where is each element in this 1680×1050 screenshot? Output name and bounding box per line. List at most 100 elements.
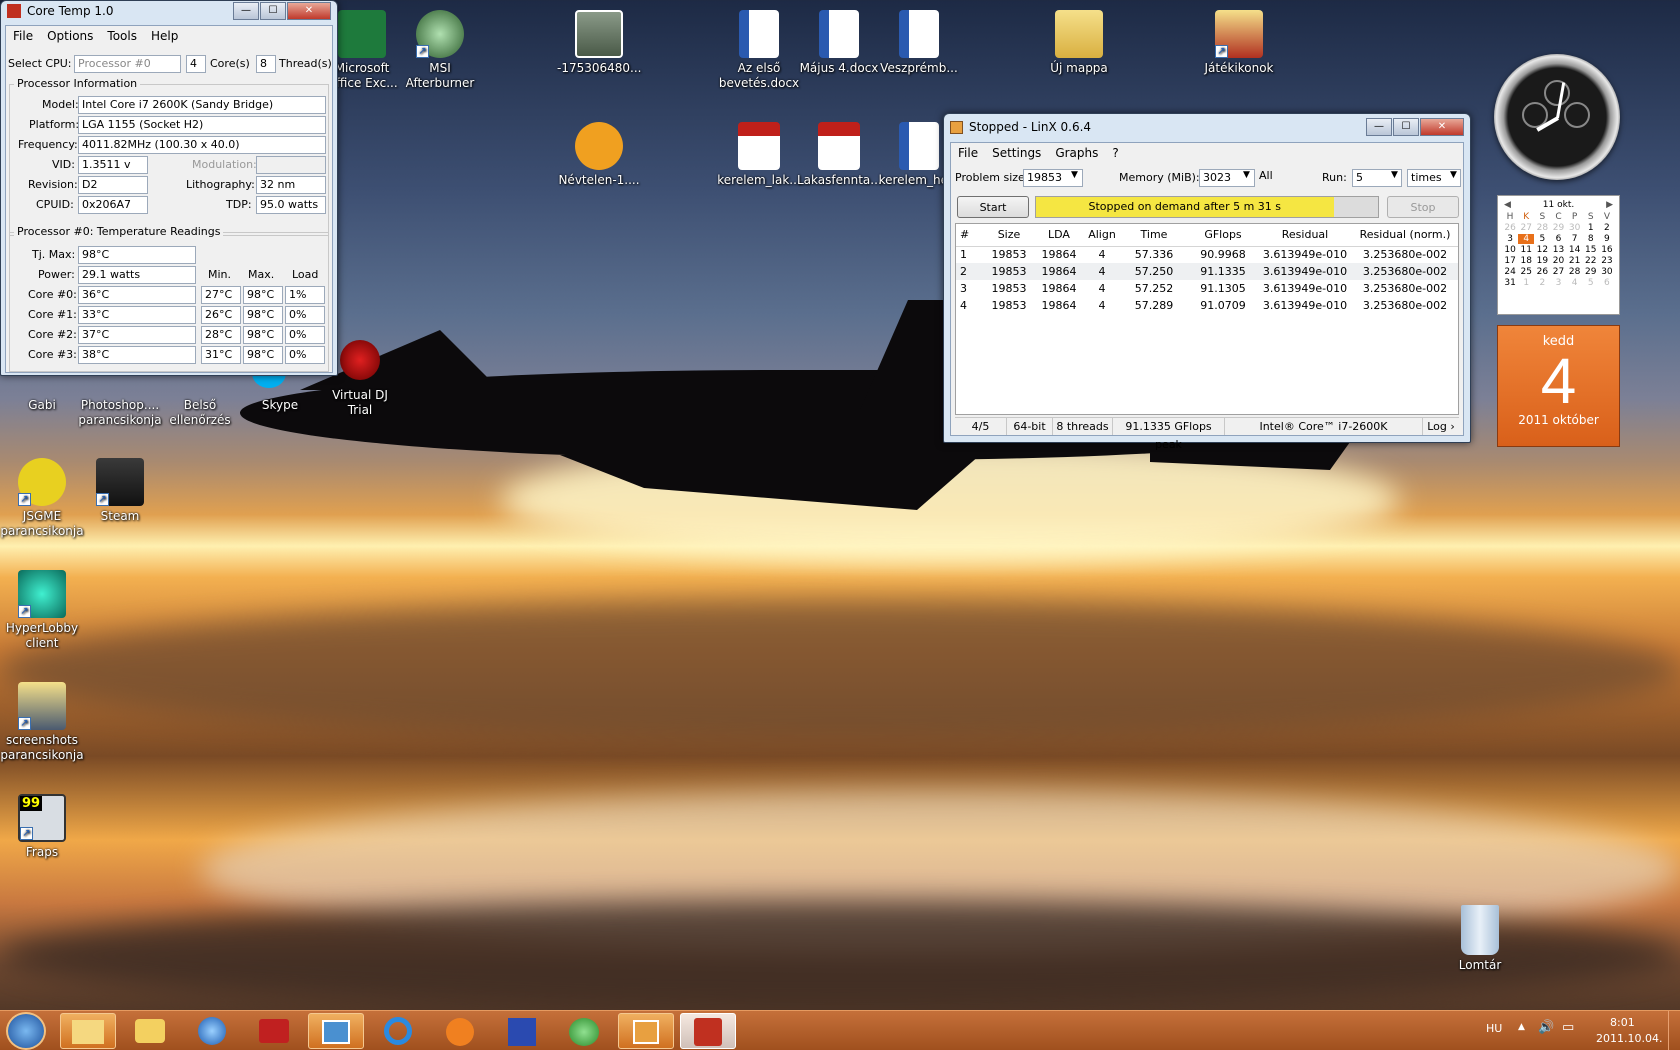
stop-button[interactable]: Stop	[1387, 196, 1459, 218]
taskbar-outlook[interactable]	[122, 1013, 178, 1049]
calendar-day[interactable]: 3	[1550, 278, 1566, 288]
column-header[interactable]: Size	[984, 224, 1034, 246]
calendar-day[interactable]: 22	[1583, 256, 1599, 266]
calendar-day-today[interactable]: 4	[1518, 234, 1535, 244]
column-header[interactable]: #	[956, 224, 984, 246]
log-button[interactable]: Log ›	[1423, 418, 1459, 435]
desktop-icon-folder[interactable]: ↗ Játékikonok	[1197, 10, 1281, 76]
calendar-day[interactable]: 26	[1502, 223, 1518, 233]
show-desktop-button[interactable]	[1668, 1011, 1680, 1050]
calendar-day[interactable]: 25	[1518, 267, 1534, 277]
calendar-gadget[interactable]: ◀ 11 okt. ▶ HKSCPSV 26 27 28 29 30 1 2 3456789…	[1497, 195, 1620, 452]
close-button[interactable]: ✕	[1420, 118, 1464, 136]
column-header[interactable]: GFlops	[1188, 224, 1258, 246]
column-header[interactable]: Time	[1120, 224, 1188, 246]
calendar-day[interactable]: 24	[1502, 267, 1518, 277]
desktop-icon-word-doc[interactable]: Veszprémb...	[877, 10, 961, 76]
calendar-day[interactable]: 6	[1550, 234, 1566, 244]
menu-tools[interactable]: Tools	[100, 29, 144, 43]
calendar-day[interactable]: 15	[1583, 245, 1599, 255]
menu-file[interactable]: File	[951, 146, 985, 160]
taskbar-linx[interactable]	[618, 1013, 674, 1049]
calendar-day[interactable]: 1	[1583, 223, 1599, 233]
next-month-icon[interactable]: ▶	[1606, 200, 1613, 210]
calendar-day[interactable]: 28	[1534, 223, 1550, 233]
taskbar-coretemp[interactable]	[680, 1013, 736, 1049]
volume-icon[interactable]: 🔊	[1538, 1020, 1554, 1035]
calendar-day[interactable]: 5	[1583, 278, 1599, 288]
clock-date[interactable]: 2011.10.04.	[1596, 1032, 1662, 1045]
language-indicator[interactable]: HU	[1486, 1022, 1502, 1035]
taskbar-messenger[interactable]	[556, 1013, 612, 1049]
menu-file[interactable]: File	[6, 29, 40, 43]
previous-month-icon[interactable]: ◀	[1504, 200, 1511, 210]
calendar-day[interactable]: 10	[1502, 245, 1518, 255]
menu-help[interactable]: ?	[1105, 146, 1125, 160]
table-row[interactable]: 3 19853 19864 4 57.252 91.1305 3.613949e-010 3.…	[956, 280, 1458, 297]
calendar-day[interactable]: 28	[1567, 267, 1583, 277]
desktop-icon-fraps[interactable]: 99 ↗ Fraps	[0, 794, 84, 860]
calendar-day[interactable]: 9	[1599, 234, 1615, 244]
network-icon[interactable]: ▭	[1562, 1020, 1574, 1035]
calendar-day[interactable]: 11	[1518, 245, 1534, 255]
calendar-day[interactable]: 30	[1599, 267, 1615, 277]
desktop-icon-pdf[interactable]: kerelem_lak...	[717, 122, 801, 188]
desktop-icon-jsgme[interactable]: ↗ JSGME parancsikonja	[0, 458, 84, 539]
minimize-button[interactable]: —	[233, 2, 259, 20]
close-button[interactable]: ✕	[287, 2, 331, 20]
clock-time[interactable]: 8:01	[1610, 1016, 1635, 1029]
calendar-day[interactable]: 29	[1583, 267, 1599, 277]
calendar-day[interactable]: 30	[1567, 223, 1583, 233]
calendar-day[interactable]: 26	[1534, 267, 1550, 277]
core-temp-titlebar[interactable]: Core Temp 1.0 — ☐ ✕	[1, 1, 337, 21]
desktop-icon-hyperlobby[interactable]: ↗ HyperLobby client	[0, 570, 84, 651]
calendar-day[interactable]: 31	[1502, 278, 1518, 288]
linx-window[interactable]: Stopped - LinX 0.6.4 — ☐ ✕ File Settings…	[943, 113, 1471, 451]
calendar-day[interactable]: 5	[1534, 234, 1550, 244]
calendar-day[interactable]: 8	[1583, 234, 1599, 244]
calendar-day[interactable]: 4	[1567, 278, 1583, 288]
calendar-day[interactable]: 3	[1502, 234, 1518, 244]
desktop-icon-recycle-bin[interactable]: Lomtár	[1438, 905, 1522, 973]
calendar-day[interactable]: 14	[1567, 245, 1583, 255]
taskbar-media-player[interactable]	[432, 1013, 488, 1049]
calendar-day[interactable]: 6	[1599, 278, 1615, 288]
maximize-button[interactable]: ☐	[1393, 118, 1419, 136]
show-hidden-icons[interactable]: ▲	[1518, 1022, 1525, 1032]
menu-settings[interactable]: Settings	[985, 146, 1048, 160]
menu-help[interactable]: Help	[144, 29, 185, 43]
desktop-icon-folder[interactable]: Új mappa	[1037, 10, 1121, 76]
taskbar-a120x[interactable]	[246, 1013, 302, 1049]
desktop-icon-steam[interactable]: ↗ Steam	[78, 458, 162, 524]
menu-options[interactable]: Options	[40, 29, 100, 43]
minimize-button[interactable]: —	[1366, 118, 1392, 136]
table-row[interactable]: 1 19853 19864 4 57.336 90.9968 3.613949e-010 3.…	[956, 246, 1458, 263]
clock-gadget[interactable]	[1494, 54, 1620, 180]
cpu-select[interactable]: Processor #0	[74, 55, 181, 73]
calendar-day[interactable]: 13	[1550, 245, 1566, 255]
calendar-day[interactable]: 21	[1567, 256, 1583, 266]
table-row[interactable]: 4 19853 19864 4 57.289 91.0709 3.613949e-010 3.…	[956, 297, 1458, 314]
calendar-day[interactable]: 17	[1502, 256, 1518, 266]
column-header[interactable]: Residual (norm.)	[1352, 224, 1458, 246]
calendar-day[interactable]: 20	[1550, 256, 1566, 266]
calendar-day[interactable]: 29	[1550, 223, 1566, 233]
calendar-day[interactable]: 19	[1534, 256, 1550, 266]
column-header[interactable]: Align	[1084, 224, 1120, 246]
column-header[interactable]: Residual	[1258, 224, 1352, 246]
calendar-day[interactable]: 23	[1599, 256, 1615, 266]
calendar-day[interactable]: 16	[1599, 245, 1615, 255]
taskbar-flightsim[interactable]	[184, 1013, 240, 1049]
taskbar-photos[interactable]	[308, 1013, 364, 1049]
taskbar-save[interactable]	[494, 1013, 550, 1049]
desktop-icon-word-doc[interactable]: Az első bevetés.docx	[717, 10, 801, 91]
taskbar-explorer[interactable]	[60, 1013, 116, 1049]
maximize-button[interactable]: ☐	[260, 2, 286, 20]
calendar-day[interactable]: 12	[1534, 245, 1550, 255]
all-checkbox-label[interactable]: All	[1259, 169, 1273, 182]
desktop-icon-msi-afterburner[interactable]: ↗ MSI Afterburner	[398, 10, 482, 91]
core-temp-window[interactable]: Core Temp 1.0 — ☐ ✕ File Options Tools H…	[0, 0, 338, 376]
table-row[interactable]: 2 19853 19864 4 57.250 91.1335 3.613949e-010 3.…	[956, 263, 1458, 280]
calendar-day[interactable]: 2	[1599, 223, 1615, 233]
start-button[interactable]: Start	[957, 196, 1029, 218]
